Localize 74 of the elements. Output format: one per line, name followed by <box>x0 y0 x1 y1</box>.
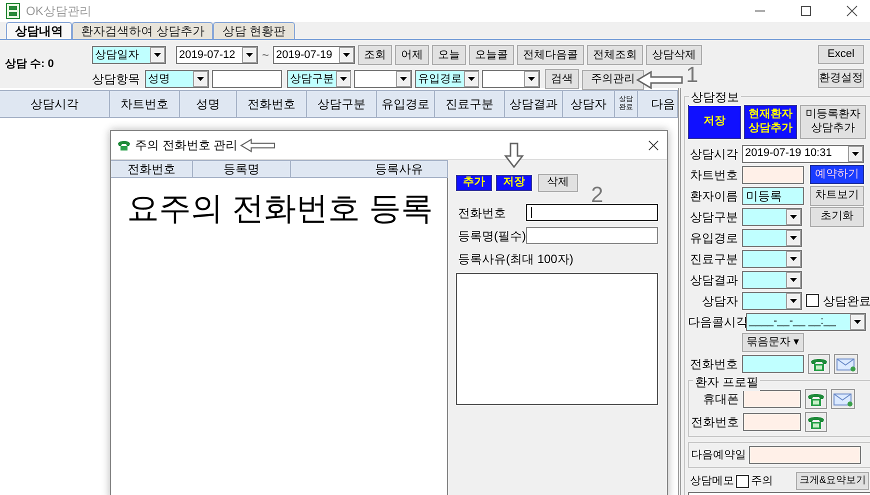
datetime-picker[interactable]: 2019-07-19 10:31 <box>742 144 864 162</box>
item-label: 상담항목 <box>92 71 141 88</box>
range-separator: ~ <box>261 47 270 64</box>
field-label: 유입경로 <box>689 230 738 246</box>
column-header[interactable]: 등록사유 <box>291 160 448 178</box>
field-label: 등록명(필수) <box>457 228 526 244</box>
button[interactable]: 조회 <box>358 45 392 65</box>
date-picker[interactable]: 2019-07-12 <box>176 46 258 64</box>
expand-button[interactable]: 크게&요약보기 <box>796 472 869 490</box>
button[interactable]: 환경설정 <box>818 69 864 88</box>
window-title: OK상담관리 <box>26 3 92 20</box>
field-label: 전화번호 <box>690 414 739 430</box>
button[interactable]: 오늘 <box>432 45 466 65</box>
button[interactable]: 전체조회 <box>587 45 644 65</box>
button[interactable]: 검색 <box>545 69 579 90</box>
overlay-caption: 요주의 전화번호 등록 <box>126 189 434 224</box>
column-header[interactable]: 진료구분 <box>435 90 505 118</box>
field-label: 차트번호 <box>689 166 738 184</box>
button[interactable]: 저장 <box>496 175 532 192</box>
field-label: 진료구분 <box>689 250 738 268</box>
field-label: 상담시각 <box>689 146 738 162</box>
button[interactable]: 오늘콜 <box>469 45 514 65</box>
button[interactable]: 초기화 <box>810 206 864 226</box>
date-type-dropdown[interactable]: 상담일자 <box>92 46 166 64</box>
filter-dropdown[interactable]: 유입경로 <box>415 70 479 88</box>
datetime-picker[interactable]: ____-__-__ __:__ <box>746 312 866 330</box>
column-header[interactable]: 상담시각 <box>0 90 110 118</box>
field-label: 환자이름 <box>689 188 738 204</box>
button[interactable]: 삭제 <box>538 174 578 192</box>
column-header[interactable]: 상담구분 <box>307 90 377 118</box>
filter-dropdown[interactable]: 상담구분 <box>287 70 351 88</box>
field-label: 상담메모 <box>690 474 734 489</box>
tab[interactable]: 환자검색하여 상담추가 <box>72 22 214 39</box>
field-label: 등록사유(최대 100자) <box>457 250 574 268</box>
button[interactable]: Excel <box>818 45 864 64</box>
reserve-button[interactable]: 예약하기 <box>810 165 864 184</box>
bulk-sms-button[interactable]: 묶음문자 ▾ <box>742 333 804 352</box>
checkbox-label: 주의 <box>751 474 773 489</box>
tab[interactable]: 상담 현황판 <box>213 22 295 39</box>
button[interactable]: 전체다음콜 <box>517 45 584 65</box>
column-header[interactable]: 전화번호 <box>237 90 307 118</box>
button[interactable]: 상담삭제 <box>646 45 702 65</box>
button[interactable]: 추가 <box>456 175 492 192</box>
caution-button[interactable]: 주의관리 <box>582 70 644 90</box>
count-label: 상담 수: 0 <box>5 56 54 72</box>
column-header[interactable]: 상담자 <box>563 90 615 118</box>
step-number: 2 <box>591 184 604 206</box>
column-header[interactable]: 성명 <box>180 90 237 118</box>
checkbox-label: 상담완료 <box>823 292 870 310</box>
field-label: 다음예약일 <box>691 448 746 463</box>
field-label: 휴대폰 <box>702 390 739 408</box>
dialog-title: 주의 전화번호 관리 <box>135 137 238 154</box>
column-header[interactable]: 상담결과 <box>505 90 563 118</box>
patient-name-field[interactable]: 미등록 <box>742 186 804 204</box>
date-picker[interactable]: 2019-07-19 <box>273 46 356 64</box>
field-label: 상담결과 <box>689 272 738 288</box>
filter-dropdown[interactable]: 성명 <box>145 70 209 88</box>
button[interactable]: 차트보기 <box>810 186 864 206</box>
column-header[interactable]: 다음 <box>638 90 678 118</box>
field-label: 상담자 <box>701 292 738 310</box>
button[interactable]: 저장 <box>688 105 741 139</box>
column-header[interactable]: 차트번호 <box>110 90 180 118</box>
column-header[interactable]: 유입경로 <box>377 90 435 118</box>
button[interactable]: 현재환자 상담추가 <box>744 105 797 139</box>
tab[interactable]: 상담내역 <box>6 22 72 39</box>
field-label: 전화번호 <box>457 204 507 222</box>
column-header[interactable]: 전화번호 <box>111 160 193 178</box>
field-label: 전화번호 <box>689 356 738 372</box>
step-number: 1 <box>686 64 698 86</box>
button[interactable]: 어제 <box>395 45 430 65</box>
button[interactable]: 미등록환자 상담추가 <box>800 105 866 139</box>
column-header[interactable]: 등록명 <box>193 160 291 178</box>
field-label: 다음콜시각 <box>688 314 744 330</box>
field-label: 상담구분 <box>689 208 738 226</box>
